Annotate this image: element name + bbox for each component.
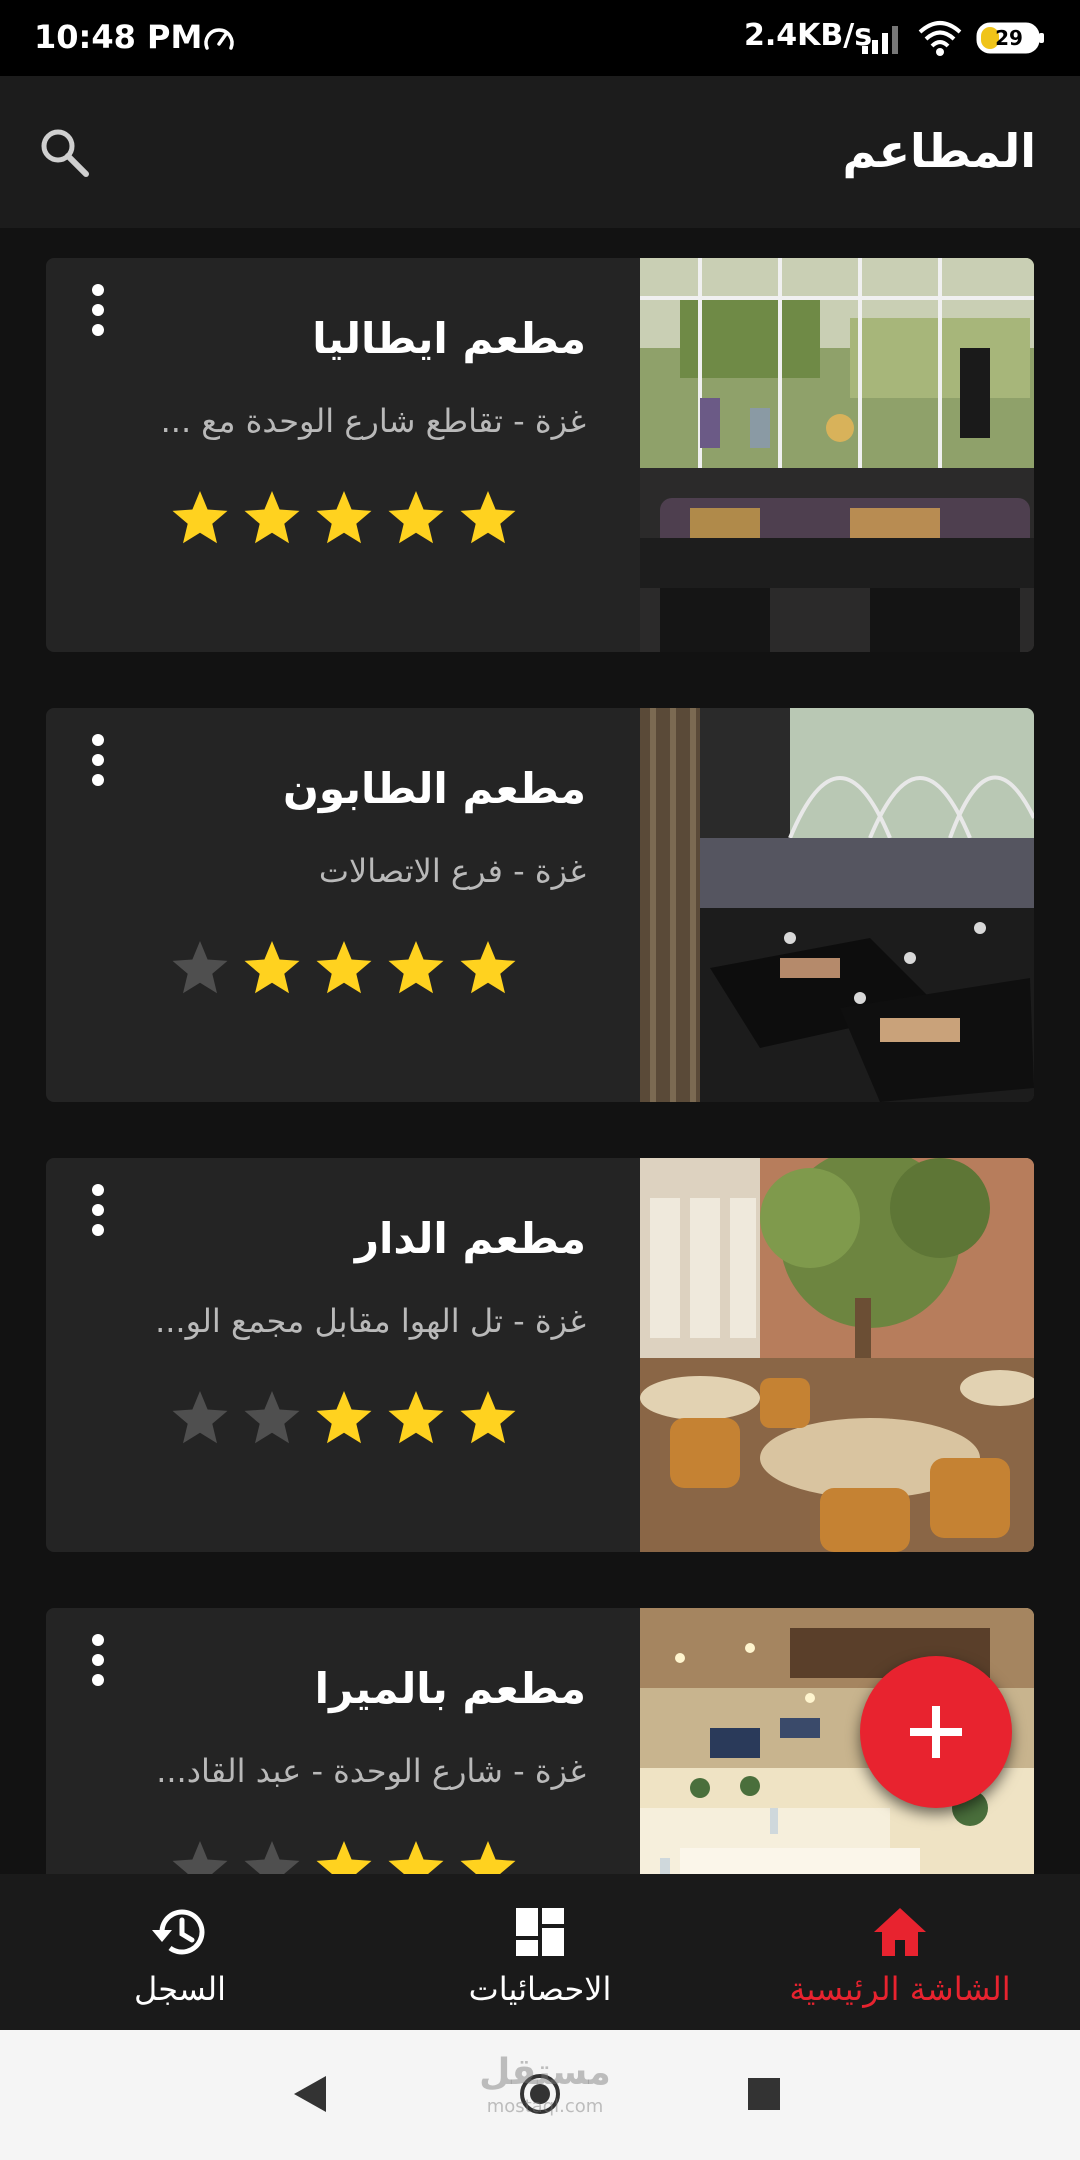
star-filled-icon bbox=[388, 941, 444, 994]
star-filled-icon bbox=[460, 1841, 516, 1874]
nav-label-home: الشاشة الرئيسية bbox=[789, 1970, 1011, 2008]
restaurant-card[interactable]: مطعم الدار غزة - تل الهوا مقابل مجمع الو… bbox=[46, 1158, 1034, 1552]
plus-icon bbox=[910, 1706, 962, 1758]
restaurant-list[interactable]: مطعم ايطاليا غزة - تقاطع شارع الوحدة مع … bbox=[0, 228, 1080, 1874]
restaurant-address: غزة - شارع الوحدة - عبد القاد... bbox=[156, 1752, 586, 1790]
more-options-icon[interactable] bbox=[88, 1634, 108, 1688]
star-filled-icon bbox=[244, 941, 300, 994]
restaurant-address: غزة - تقاطع شارع الوحدة مع ... bbox=[160, 402, 586, 440]
rating-stars bbox=[170, 1838, 520, 1874]
restaurant-address: غزة - تل الهوا مقابل مجمع الو... bbox=[155, 1302, 586, 1340]
star-empty-icon bbox=[244, 1391, 300, 1444]
nav-item-statistics[interactable]: الاحصائيات bbox=[390, 1874, 690, 2030]
battery-indicator: 29 bbox=[976, 22, 1046, 54]
more-options-icon[interactable] bbox=[88, 1184, 108, 1238]
star-filled-icon bbox=[316, 491, 372, 544]
star-empty-icon bbox=[172, 1391, 228, 1444]
restaurant-name: مطعم ايطاليا bbox=[312, 314, 586, 363]
star-filled-icon bbox=[316, 1841, 372, 1874]
star-empty-icon bbox=[172, 941, 228, 994]
nav-label-history: السجل bbox=[133, 1970, 227, 2008]
star-filled-icon bbox=[388, 1391, 444, 1444]
network-speed: 2.4KB/s bbox=[744, 18, 873, 53]
rating-stars bbox=[170, 488, 520, 556]
restaurant-card[interactable]: مطعم الطابون غزة - فرع الاتصالات bbox=[46, 708, 1034, 1102]
restaurant-name: مطعم بالميرا bbox=[314, 1664, 586, 1713]
star-filled-icon bbox=[460, 491, 516, 544]
page-title: المطاعم bbox=[842, 124, 1036, 178]
restaurant-name: مطعم الطابون bbox=[283, 764, 586, 813]
signal-icon bbox=[862, 26, 898, 54]
dashboard-icon bbox=[516, 1908, 564, 1956]
star-filled-icon bbox=[388, 1841, 444, 1874]
add-restaurant-button[interactable] bbox=[860, 1656, 1012, 1808]
recents-icon[interactable] bbox=[746, 2076, 782, 2112]
star-filled-icon bbox=[172, 491, 228, 544]
restaurant-address: غزة - فرع الاتصالات bbox=[318, 852, 586, 890]
system-navigation-bar: مستقل mostaql.com bbox=[0, 2030, 1080, 2160]
more-options-icon[interactable] bbox=[88, 284, 108, 338]
speedometer-icon bbox=[204, 28, 234, 50]
back-icon[interactable] bbox=[290, 2072, 330, 2116]
restaurant-photo bbox=[640, 1158, 1034, 1552]
battery-level: 29 bbox=[995, 26, 1023, 50]
restaurant-photo bbox=[640, 708, 1034, 1102]
star-filled-icon bbox=[316, 941, 372, 994]
nav-label-statistics: الاحصائيات bbox=[468, 1970, 612, 2008]
star-filled-icon bbox=[244, 491, 300, 544]
rating-stars bbox=[170, 938, 520, 1006]
home-icon bbox=[874, 1908, 926, 1956]
star-empty-icon bbox=[244, 1841, 300, 1874]
watermark-url: mostaql.com bbox=[486, 2096, 604, 2117]
star-empty-icon bbox=[172, 1841, 228, 1874]
search-icon[interactable] bbox=[34, 122, 94, 182]
nav-item-history[interactable]: السجل bbox=[30, 1874, 330, 2030]
history-icon bbox=[152, 1909, 205, 1955]
star-filled-icon bbox=[460, 941, 516, 994]
more-options-icon[interactable] bbox=[88, 734, 108, 788]
watermark-logo: مستقل bbox=[479, 2052, 611, 2093]
restaurant-photo bbox=[640, 258, 1034, 652]
star-filled-icon bbox=[460, 1391, 516, 1444]
restaurant-card[interactable]: مطعم ايطاليا غزة - تقاطع شارع الوحدة مع … bbox=[46, 258, 1034, 652]
rating-stars bbox=[170, 1388, 520, 1456]
wifi-icon bbox=[918, 21, 962, 56]
status-bar: 10:48 PM 2.4KB/s 29 bbox=[0, 0, 1080, 76]
app-bar: المطاعم bbox=[0, 76, 1080, 228]
bottom-navigation: الشاشة الرئيسية الاحصائيات السجل bbox=[0, 1874, 1080, 2030]
star-filled-icon bbox=[316, 1391, 372, 1444]
nav-item-home[interactable]: الشاشة الرئيسية bbox=[750, 1874, 1050, 2030]
restaurant-name: مطعم الدار bbox=[354, 1214, 586, 1263]
star-filled-icon bbox=[388, 491, 444, 544]
status-time: 10:48 PM bbox=[34, 18, 203, 56]
